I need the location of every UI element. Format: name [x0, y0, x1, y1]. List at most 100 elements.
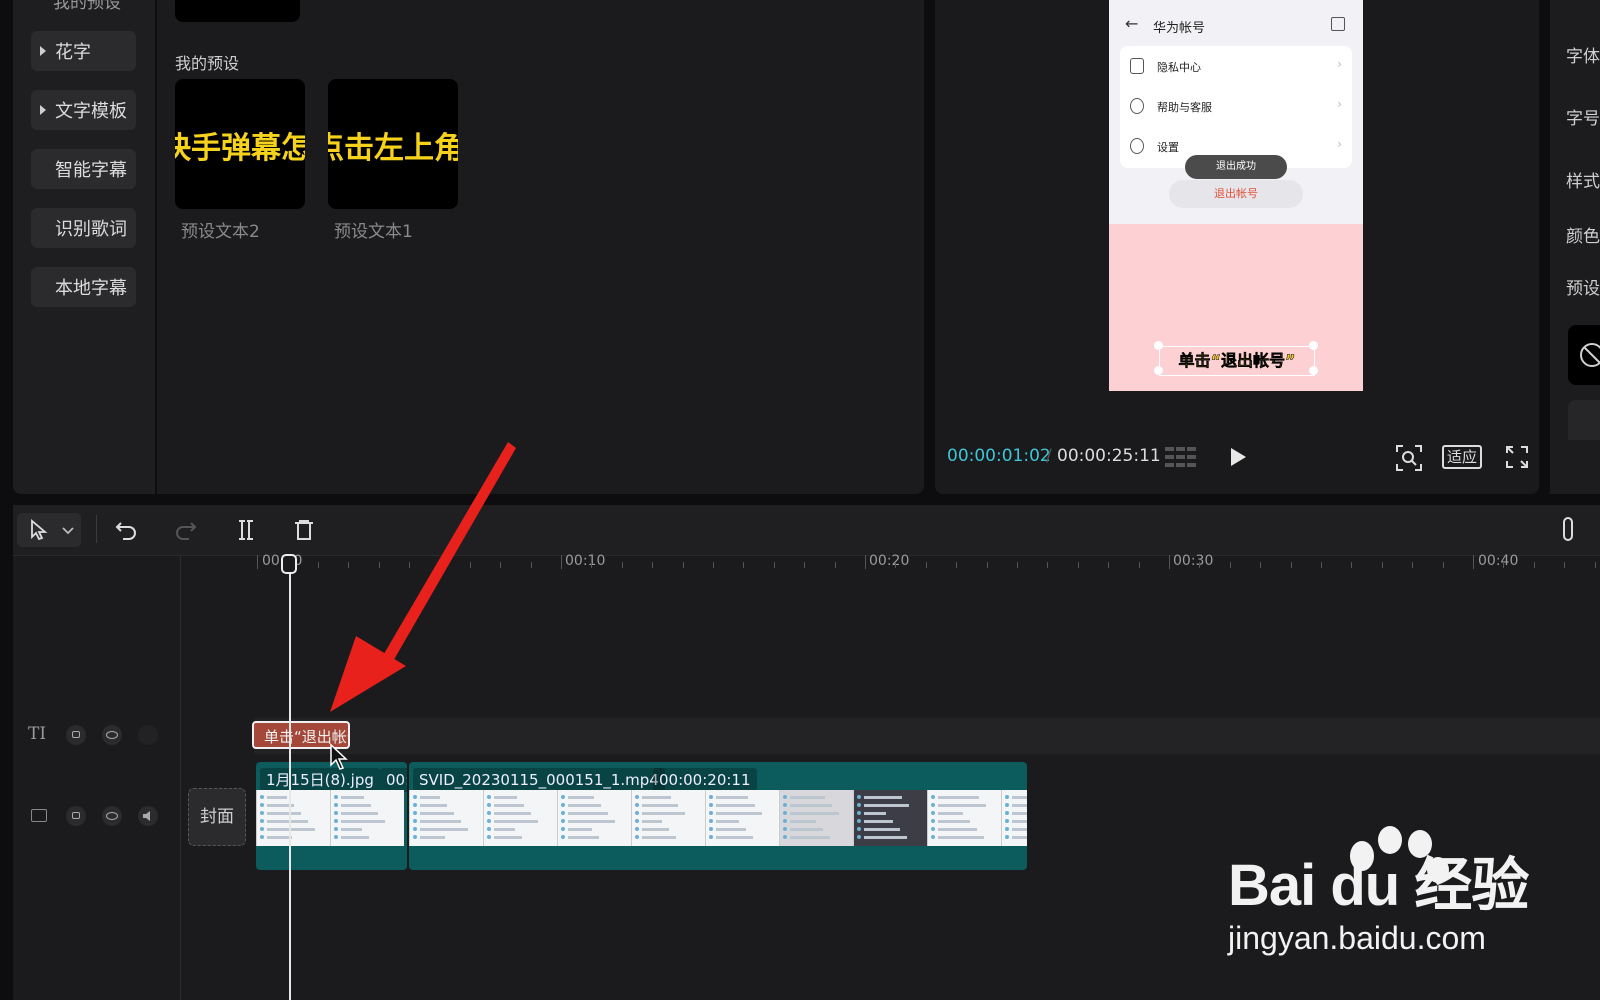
frame-list-icon[interactable] [1165, 445, 1197, 469]
current-time: 00:00:01:02 [947, 446, 1051, 466]
scan-icon [1331, 17, 1345, 31]
chevron-right-icon: › [1337, 137, 1342, 151]
phone-title: 华为帐号 [1153, 21, 1206, 36]
delete-icon[interactable] [293, 519, 315, 541]
visibility-button[interactable] [102, 725, 122, 745]
watermark-url: jingyan.baidu.com [1228, 920, 1486, 956]
chevron-right-icon: › [1337, 57, 1342, 71]
ruler-tick [1169, 555, 1170, 569]
ruler-tick [1108, 562, 1110, 568]
expand-triangle-icon [40, 46, 46, 56]
ruler-tick [865, 555, 866, 569]
ruler-tick [773, 562, 775, 568]
phone-menu-row: 隐私中心 › [1120, 46, 1352, 86]
select-tool-button[interactable] [17, 513, 81, 547]
lock-button[interactable] [66, 725, 86, 745]
clip-name: 1月15日(8).jpg [260, 768, 380, 792]
fullscreen-button[interactable] [1506, 446, 1528, 468]
preset-thumbnail[interactable]: 快手弹幕怎么 [175, 79, 305, 209]
ruler-tick [1290, 562, 1292, 568]
undo-icon[interactable] [115, 519, 137, 541]
ruler-tick [834, 562, 836, 568]
resize-handle[interactable] [1309, 341, 1318, 350]
watermark-logo-text: Bai du 经验 [1228, 853, 1529, 918]
ruler-label: 00:10 [565, 553, 606, 569]
ruler-tick [1442, 562, 1444, 568]
redo-icon[interactable] [175, 519, 197, 541]
lock-icon [72, 812, 80, 819]
playhead[interactable] [289, 564, 291, 1000]
fullscreen-icon [1506, 446, 1528, 468]
mute-button[interactable] [138, 806, 158, 826]
ruler-tick [682, 562, 684, 568]
sidebar-item-text-template[interactable]: 文字模板 [31, 90, 136, 130]
ruler-tick [652, 562, 654, 568]
no-style-icon [1580, 343, 1600, 367]
phone-logout-button: 退出帐号 [1169, 180, 1303, 208]
phone-screen-top: ← 华为帐号 隐私中心 › 帮助与客服 › 设置 › 退出帐号 退出成功 [1109, 0, 1363, 224]
resize-handle[interactable] [1154, 366, 1163, 375]
clip-duration: 00:00:20:11 [653, 768, 757, 792]
visibility-button[interactable] [102, 806, 122, 826]
microphone-icon[interactable] [1563, 517, 1573, 541]
mouse-cursor-icon [330, 743, 348, 770]
phone-menu-card: 隐私中心 › 帮助与客服 › 设置 › [1120, 46, 1352, 168]
clip-name: SVID_20230115_000151_1.mp4 [413, 768, 665, 792]
preset-thumbnail-partial[interactable] [175, 0, 300, 22]
style-preset-none[interactable] [1568, 325, 1600, 385]
presets-panel: 我的预设 快手弹幕怎么 预设文本2 点击左上角的 预设文本1 [157, 0, 924, 494]
ruler-tick [591, 562, 593, 568]
phone-menu-label: 隐私中心 [1157, 61, 1201, 74]
cover-button[interactable]: 封面 [188, 788, 246, 846]
focus-icon [1396, 445, 1422, 471]
clip-thumbnail-frame [705, 790, 779, 846]
sidebar-item-label: 本地字幕 [55, 278, 127, 299]
track-header-divider [180, 556, 181, 1000]
style-preset-item[interactable] [1568, 400, 1600, 440]
sidebar-item-local-subtitles[interactable]: 本地字幕 [31, 267, 136, 307]
image-clip[interactable]: 1月15日(8).jpg 00: [256, 762, 407, 870]
video-clip[interactable]: SVID_20230115_000151_1.mp4 00:00:20:11 [409, 762, 1027, 870]
ruler-tick [1199, 562, 1201, 568]
clip-thumbnail-frame [779, 790, 853, 846]
clip-thumbnail-frame [1001, 790, 1027, 846]
resize-handle[interactable] [1309, 366, 1318, 375]
sidebar-item-label: 智能字幕 [55, 160, 127, 181]
fit-ratio-button[interactable]: 适应 [1442, 445, 1483, 469]
play-button[interactable] [1228, 447, 1248, 467]
text-category-sidebar: 我的预设 花字 文字模板 智能字幕 识别歌词 本地字幕 [13, 0, 155, 494]
time-separator: / [1046, 446, 1052, 466]
ruler-tick [1047, 562, 1049, 568]
sidebar-item-smart-subtitles[interactable]: 智能字幕 [31, 149, 136, 189]
ruler-tick [1229, 562, 1231, 568]
ruler-tick [1381, 562, 1383, 568]
chevron-down-icon [62, 527, 74, 535]
clip-thumbnail-frame [631, 790, 705, 846]
track-option-button[interactable] [138, 725, 158, 745]
resize-handle[interactable] [1154, 341, 1163, 350]
preset-caption: 预设文本2 [181, 222, 260, 242]
video-preview-frame[interactable]: ← 华为帐号 隐私中心 › 帮助与客服 › 设置 › 退出帐号 退出成功 单击“退出帐… [1109, 0, 1363, 391]
phone-menu-row: 帮助与客服 › [1120, 86, 1352, 126]
zoom-fit-button[interactable] [1396, 445, 1422, 471]
clip-thumbnail-frame [853, 790, 927, 846]
subtitle-overlay[interactable]: 单击“退出帐号” [1159, 346, 1315, 376]
playhead-handle[interactable] [281, 554, 297, 574]
eye-icon [106, 731, 118, 739]
timeline-toolbar [13, 505, 1600, 556]
ruler-tick [561, 555, 562, 569]
preset-thumbnail[interactable]: 点击左上角的 [328, 79, 458, 209]
ruler-tick [713, 562, 714, 568]
lock-button[interactable] [66, 806, 86, 826]
id-card-icon [1130, 58, 1144, 74]
property-label-color: 颜色 [1566, 227, 1600, 247]
gear-icon [1130, 138, 1144, 154]
property-label-size: 字号 [1566, 109, 1600, 129]
sidebar-item-huazi[interactable]: 花字 [31, 31, 136, 71]
property-label-style: 样式 [1566, 172, 1600, 192]
split-icon[interactable] [235, 519, 257, 541]
ruler-tick [1351, 562, 1353, 568]
ruler-tick [986, 562, 988, 568]
sidebar-item-lyrics[interactable]: 识别歌词 [31, 208, 136, 248]
sidebar-item-my-presets[interactable]: 我的预设 [53, 0, 121, 13]
